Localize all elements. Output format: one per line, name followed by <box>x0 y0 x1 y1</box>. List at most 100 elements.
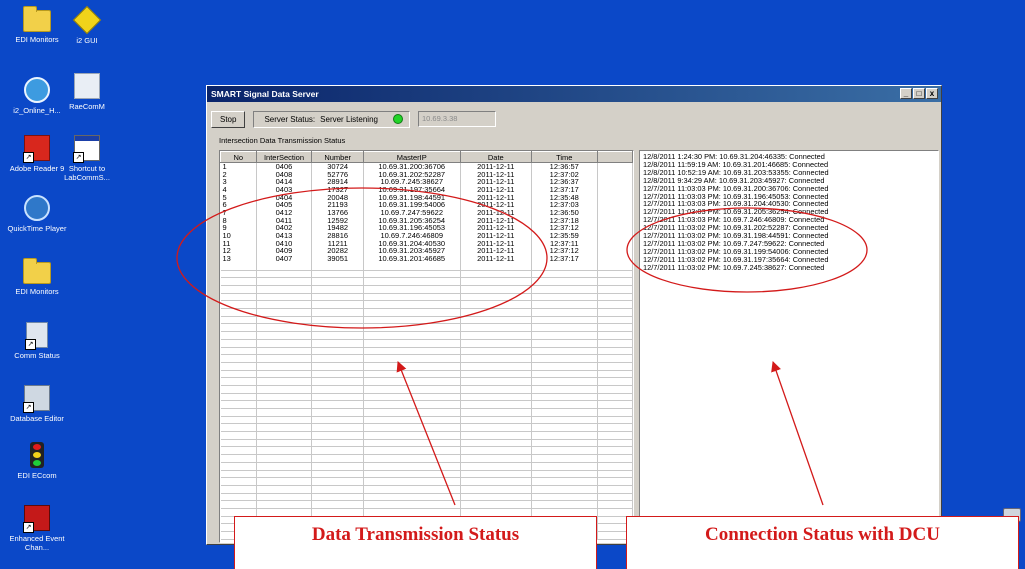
desktop-icon-edi-monitors-2[interactable]: EDI Monitors <box>2 258 72 296</box>
folder-icon <box>23 6 51 32</box>
table-row-empty <box>220 323 633 333</box>
table-row-empty <box>220 454 633 463</box>
table-cell-blank <box>597 177 633 186</box>
table-cell-empty <box>460 431 533 440</box>
table-cell-no: 13 <box>220 254 257 263</box>
table-row-empty <box>220 377 633 386</box>
table-cell-empty <box>256 370 313 379</box>
table-cell-empty <box>311 262 364 271</box>
desktop-icon-quicktime[interactable]: QuickTime Player <box>2 195 72 233</box>
table-cell-empty <box>256 462 313 471</box>
table-row-empty <box>220 416 633 425</box>
window-title: SMART Signal Data Server <box>211 89 319 99</box>
table-row-empty <box>220 439 633 448</box>
quicktime-icon <box>24 195 50 221</box>
server-status-box: Server Status: Server Listening <box>253 110 410 128</box>
table-cell-empty <box>597 262 633 271</box>
table-cell-empty <box>256 277 313 286</box>
table-row-empty <box>220 431 633 440</box>
table-cell-empty <box>597 285 633 294</box>
table-cell-empty <box>256 316 313 325</box>
desktop-icon-edi-eccom[interactable]: EDI ECcom <box>2 442 72 480</box>
table-cell-empty <box>220 331 257 340</box>
table-cell-empty <box>363 423 461 433</box>
table-cell-empty <box>597 370 633 379</box>
desktop-icon-labcomm-shortcut[interactable]: Shortcut to LabCommS... <box>52 135 122 182</box>
table-cell-empty <box>363 285 461 294</box>
maximize-button[interactable]: □ <box>913 88 925 99</box>
stop-button[interactable]: Stop <box>211 110 246 128</box>
table-row[interactable]: 13 0407 39051 10.69.31.201:46685 2011-12-11 1… <box>220 254 633 263</box>
desktop-icon-enhanced-event[interactable]: Enhanced Event Chan... <box>2 505 72 552</box>
table-cell-empty <box>363 439 461 448</box>
table-cell-empty <box>460 393 533 402</box>
table-cell-empty <box>531 354 598 363</box>
server-status-value: Server Listening <box>320 114 378 124</box>
table-cell-empty <box>597 477 633 486</box>
transmission-table-panel[interactable]: No InterSection Number MasterIP Date Tim… <box>219 150 634 543</box>
desktop-icon-i2-gui[interactable]: i2 GUI <box>52 5 122 45</box>
smart-signal-window: SMART Signal Data Server _ □ x Stop Serv… <box>206 85 942 545</box>
table-cell-empty <box>460 277 533 286</box>
column-header-blank <box>596 151 633 163</box>
table-cell-empty <box>311 470 364 479</box>
table-cell-empty <box>531 277 598 286</box>
connection-log-panel[interactable]: 12/8/2011 1:24:30 PM: 10.69.31.204:46335… <box>639 150 939 543</box>
table-cell-empty <box>597 362 633 371</box>
table-cell-empty <box>363 470 461 479</box>
table-cell-empty <box>256 300 313 310</box>
column-header-no[interactable]: No <box>220 151 257 163</box>
table-cell-empty <box>531 285 598 294</box>
status-led-icon <box>392 114 403 124</box>
minimize-button[interactable]: _ <box>900 88 912 99</box>
table-cell-empty <box>256 500 313 509</box>
desktop-icon-comm-status[interactable]: Comm Status <box>2 322 72 360</box>
table-cell-empty <box>597 293 633 302</box>
table-cell-empty <box>256 446 313 456</box>
table-cell-empty <box>256 493 313 502</box>
table-cell-empty <box>363 408 461 417</box>
desktop-icon-label: QuickTime Player <box>7 224 67 233</box>
table-cell-empty <box>531 462 598 471</box>
table-cell-empty <box>311 500 364 509</box>
table-cell-empty <box>256 385 313 394</box>
table-cell-empty <box>256 377 313 386</box>
table-cell-empty <box>460 293 533 302</box>
table-cell-empty <box>220 423 257 433</box>
table-row-empty <box>220 400 633 409</box>
table-cell-empty <box>311 316 364 325</box>
table-cell-empty <box>311 270 364 279</box>
table-cell-empty <box>220 439 257 448</box>
table-row-empty <box>220 293 633 302</box>
title-bar[interactable]: SMART Signal Data Server _ □ x <box>207 86 941 102</box>
desktop-icon-label: Database Editor <box>10 414 64 423</box>
folder-icon <box>23 258 51 284</box>
column-header-intersection[interactable]: InterSection <box>255 151 313 163</box>
close-button[interactable]: x <box>926 88 938 99</box>
table-cell-empty <box>597 508 633 517</box>
table-cell-empty <box>460 377 533 386</box>
table-cell-empty <box>460 339 533 348</box>
desktop-icon-label: RaeComM <box>69 102 105 111</box>
column-header-date[interactable]: Date <box>459 151 533 163</box>
column-header-time[interactable]: Time <box>531 151 598 163</box>
table-cell-empty <box>220 393 257 402</box>
column-header-masterip[interactable]: MasterIP <box>362 151 461 163</box>
server-ip-field[interactable]: 10.69.3.38 <box>417 111 496 127</box>
desktop-icon-database-editor[interactable]: Database Editor <box>2 385 72 423</box>
table-cell-empty <box>597 470 633 479</box>
table-cell-empty <box>531 446 598 456</box>
table-cell-empty <box>311 362 364 371</box>
desktop-icon-raecomm[interactable]: RaeComM <box>52 73 122 111</box>
table-cell-empty <box>531 370 598 379</box>
table-cell-empty <box>363 293 461 302</box>
column-header-number[interactable]: Number <box>311 151 364 163</box>
table-cell-blank <box>597 216 633 224</box>
table-header-row: No InterSection Number MasterIP Date Tim… <box>220 151 633 163</box>
table-cell-empty <box>597 323 633 333</box>
connection-status-callout: Connection Status with DCU <box>626 516 1019 569</box>
table-cell-empty <box>531 377 598 386</box>
table-cell-empty <box>311 331 364 340</box>
table-cell-empty <box>363 323 461 333</box>
table-cell-empty <box>220 347 257 356</box>
